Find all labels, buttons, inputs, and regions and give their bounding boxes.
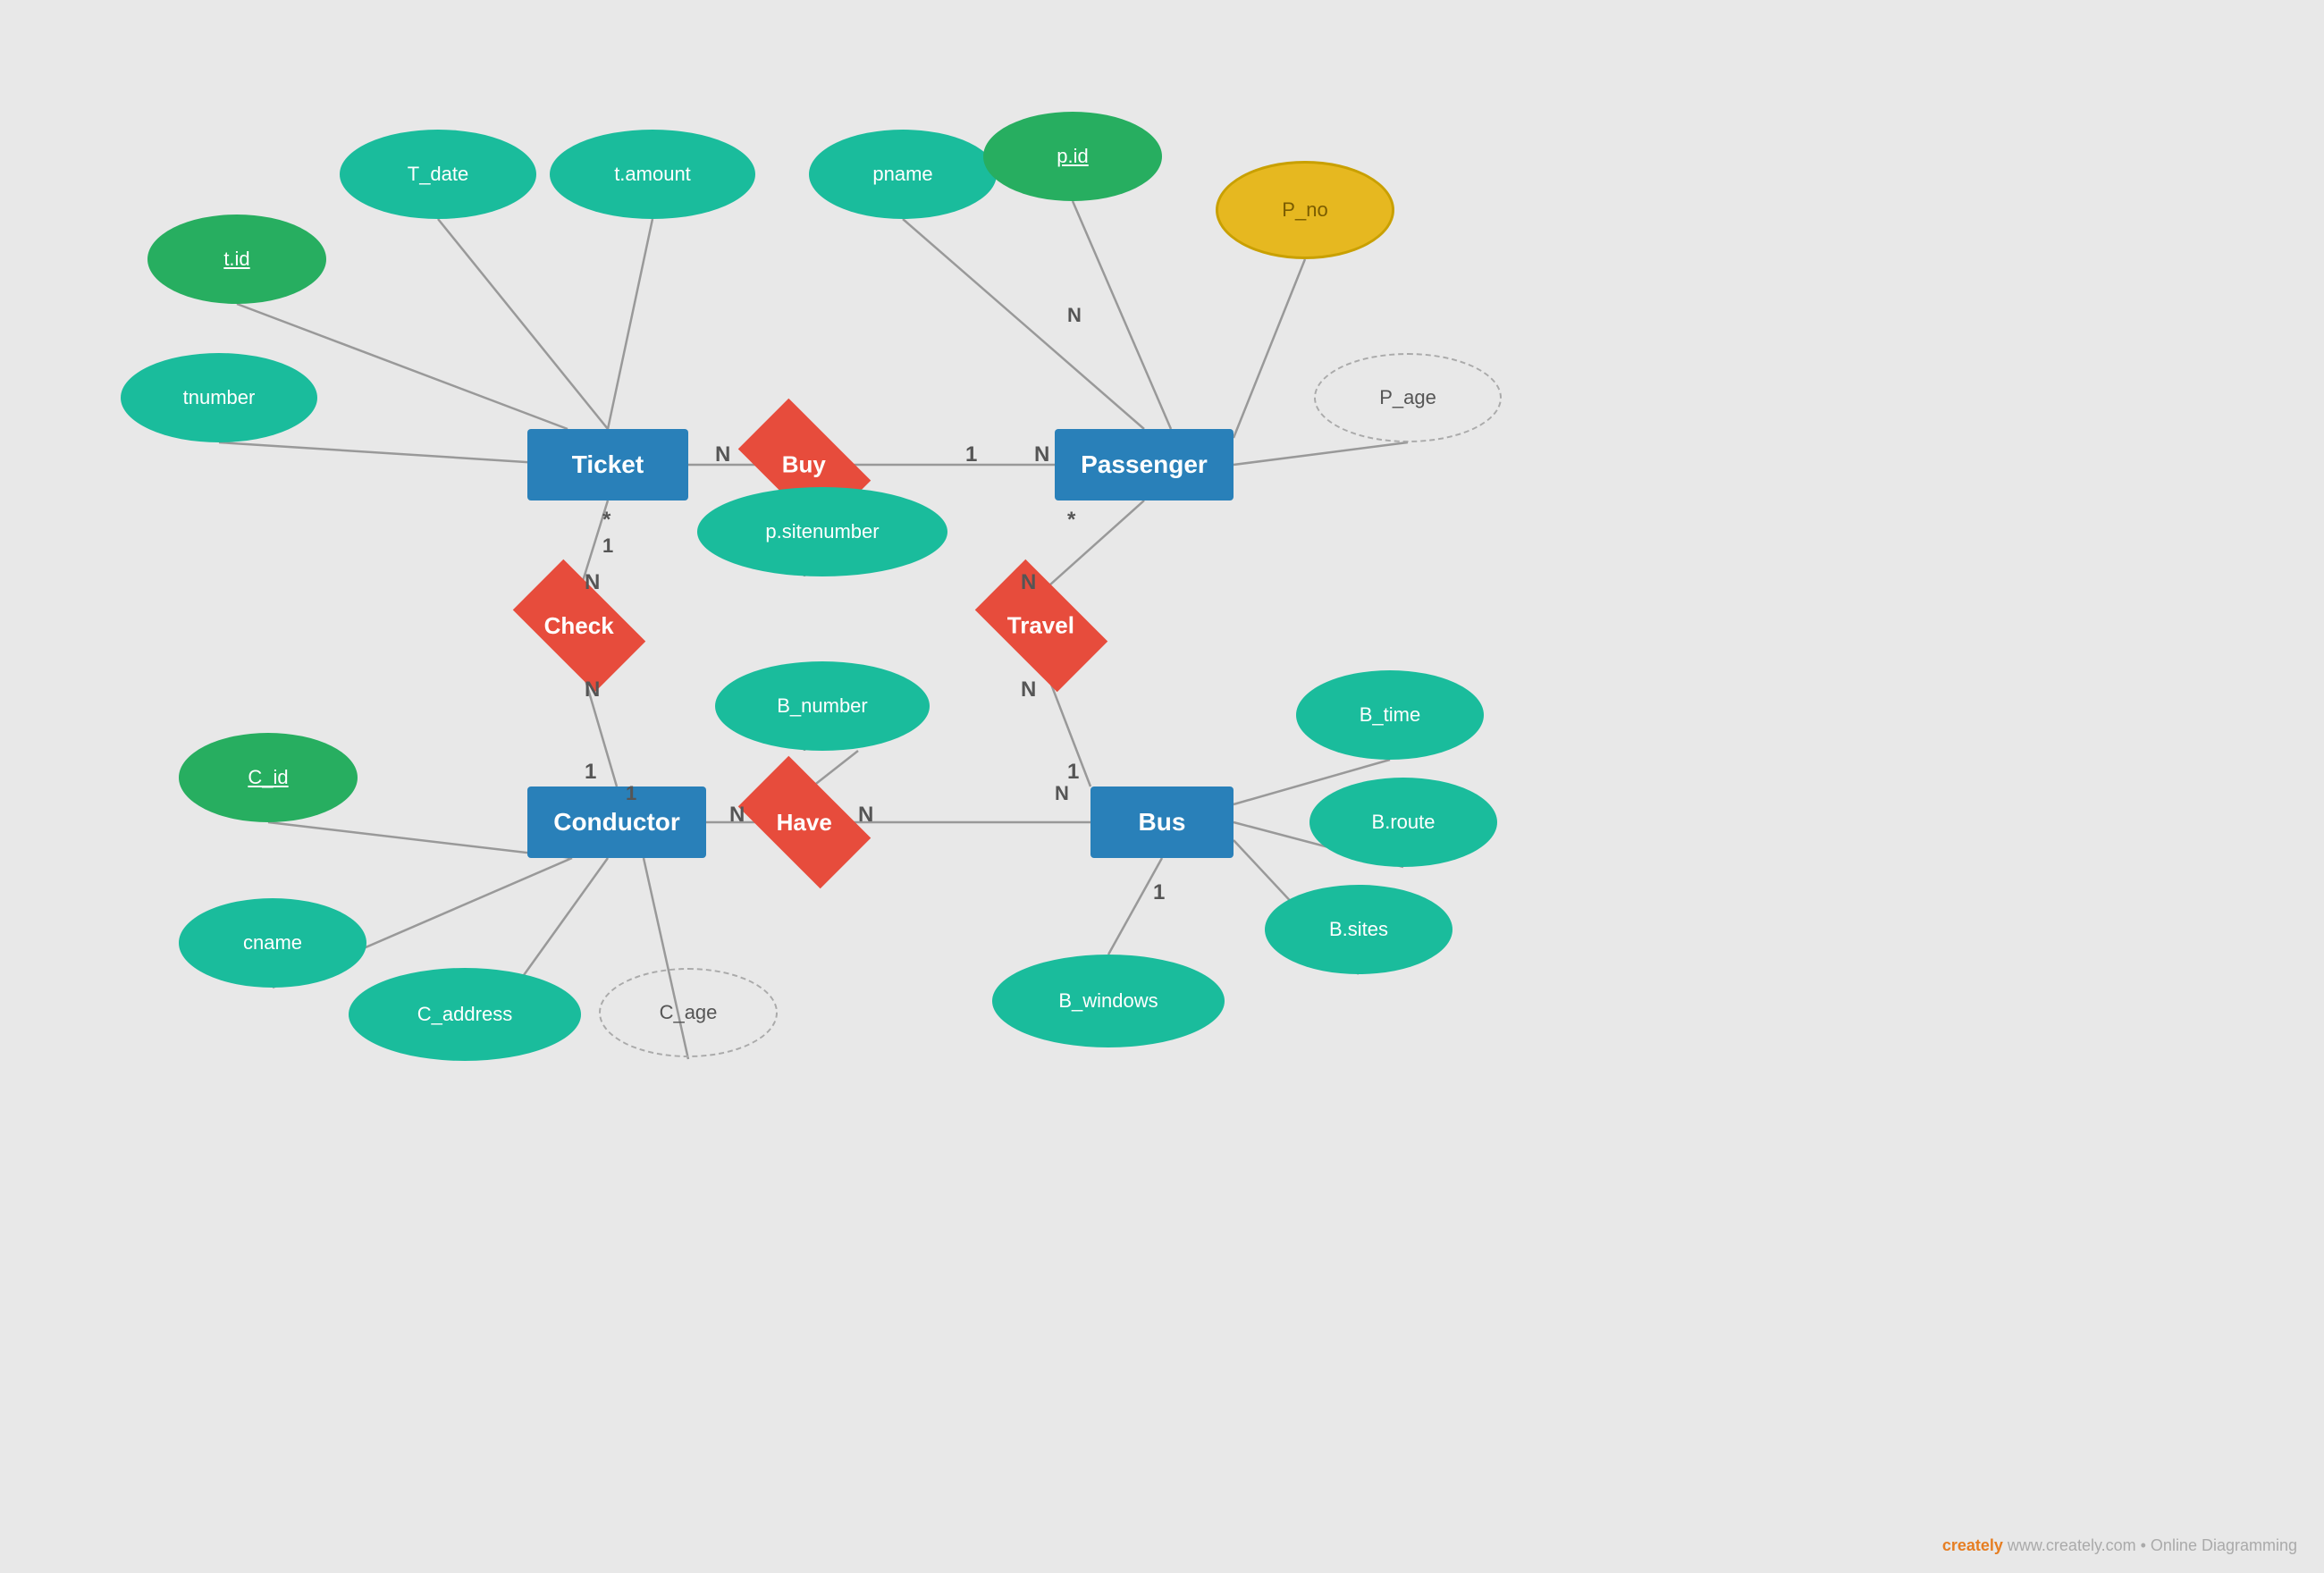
entity-ticket[interactable]: Ticket	[527, 429, 688, 500]
entity-passenger[interactable]: Passenger	[1055, 429, 1234, 500]
cardinality-have-n-conductor: N	[729, 803, 745, 828]
cardinality-bus-have-n: N	[1055, 782, 1069, 805]
cardinality-buy-n-ticket: N	[715, 442, 730, 467]
cardinality-have-n-bus: N	[858, 803, 873, 828]
cardinality-travel-n-top: N	[1021, 570, 1036, 595]
attribute-t-id: t.id	[147, 214, 326, 304]
attribute-t-amount: t.amount	[550, 130, 755, 219]
attribute-c-age: C_age	[599, 968, 778, 1057]
attribute-tnumber: tnumber	[121, 353, 317, 442]
cardinality-buy-1-passenger: 1	[965, 442, 977, 467]
cardinality-passenger-travel-n: N	[1067, 304, 1082, 327]
attribute-c-address: C_address	[349, 968, 581, 1061]
attribute-b-number: B_number	[715, 661, 930, 751]
attribute-b-windows: B_windows	[992, 955, 1225, 1047]
attribute-b-time: B_time	[1296, 670, 1484, 760]
cardinality-conductor-have-1: 1	[626, 782, 636, 805]
attribute-cname: cname	[179, 898, 366, 988]
cardinality-passenger-star: *	[1067, 508, 1075, 533]
cardinality-bus-bottom-1: 1	[1153, 880, 1165, 905]
cardinality-ticket-check-1: 1	[602, 534, 613, 558]
cardinality-travel-n-bottom: N	[1021, 677, 1036, 702]
attribute-pname: pname	[809, 130, 997, 219]
cardinality-passenger-n-buy: N	[1034, 442, 1049, 467]
attribute-p-no: P_no	[1216, 161, 1394, 259]
cardinality-conductor-check-1: 1	[585, 760, 596, 785]
entity-conductor[interactable]: Conductor	[527, 786, 706, 858]
attribute-b-sites: B.sites	[1265, 885, 1452, 974]
cardinality-ticket-star: *	[602, 508, 610, 533]
attribute-b-route: B.route	[1309, 778, 1497, 867]
cardinality-check-n-top: N	[585, 570, 600, 595]
attribute-t-date: T_date	[340, 130, 536, 219]
attribute-p-id: p.id	[983, 112, 1162, 201]
cardinality-bus-travel-1: 1	[1067, 760, 1079, 785]
attribute-p-age: P_age	[1314, 353, 1502, 442]
attribute-p-sitenumber: p.sitenumber	[697, 487, 947, 576]
cardinality-check-n-bottom: N	[585, 677, 600, 702]
watermark: creately www.creately.com • Online Diagr…	[1942, 1536, 2297, 1555]
entity-bus[interactable]: Bus	[1090, 786, 1234, 858]
diagram-canvas: Ticket Passenger Conductor Bus Buy Check…	[0, 0, 2324, 1573]
attribute-c-id: C_id	[179, 733, 358, 822]
